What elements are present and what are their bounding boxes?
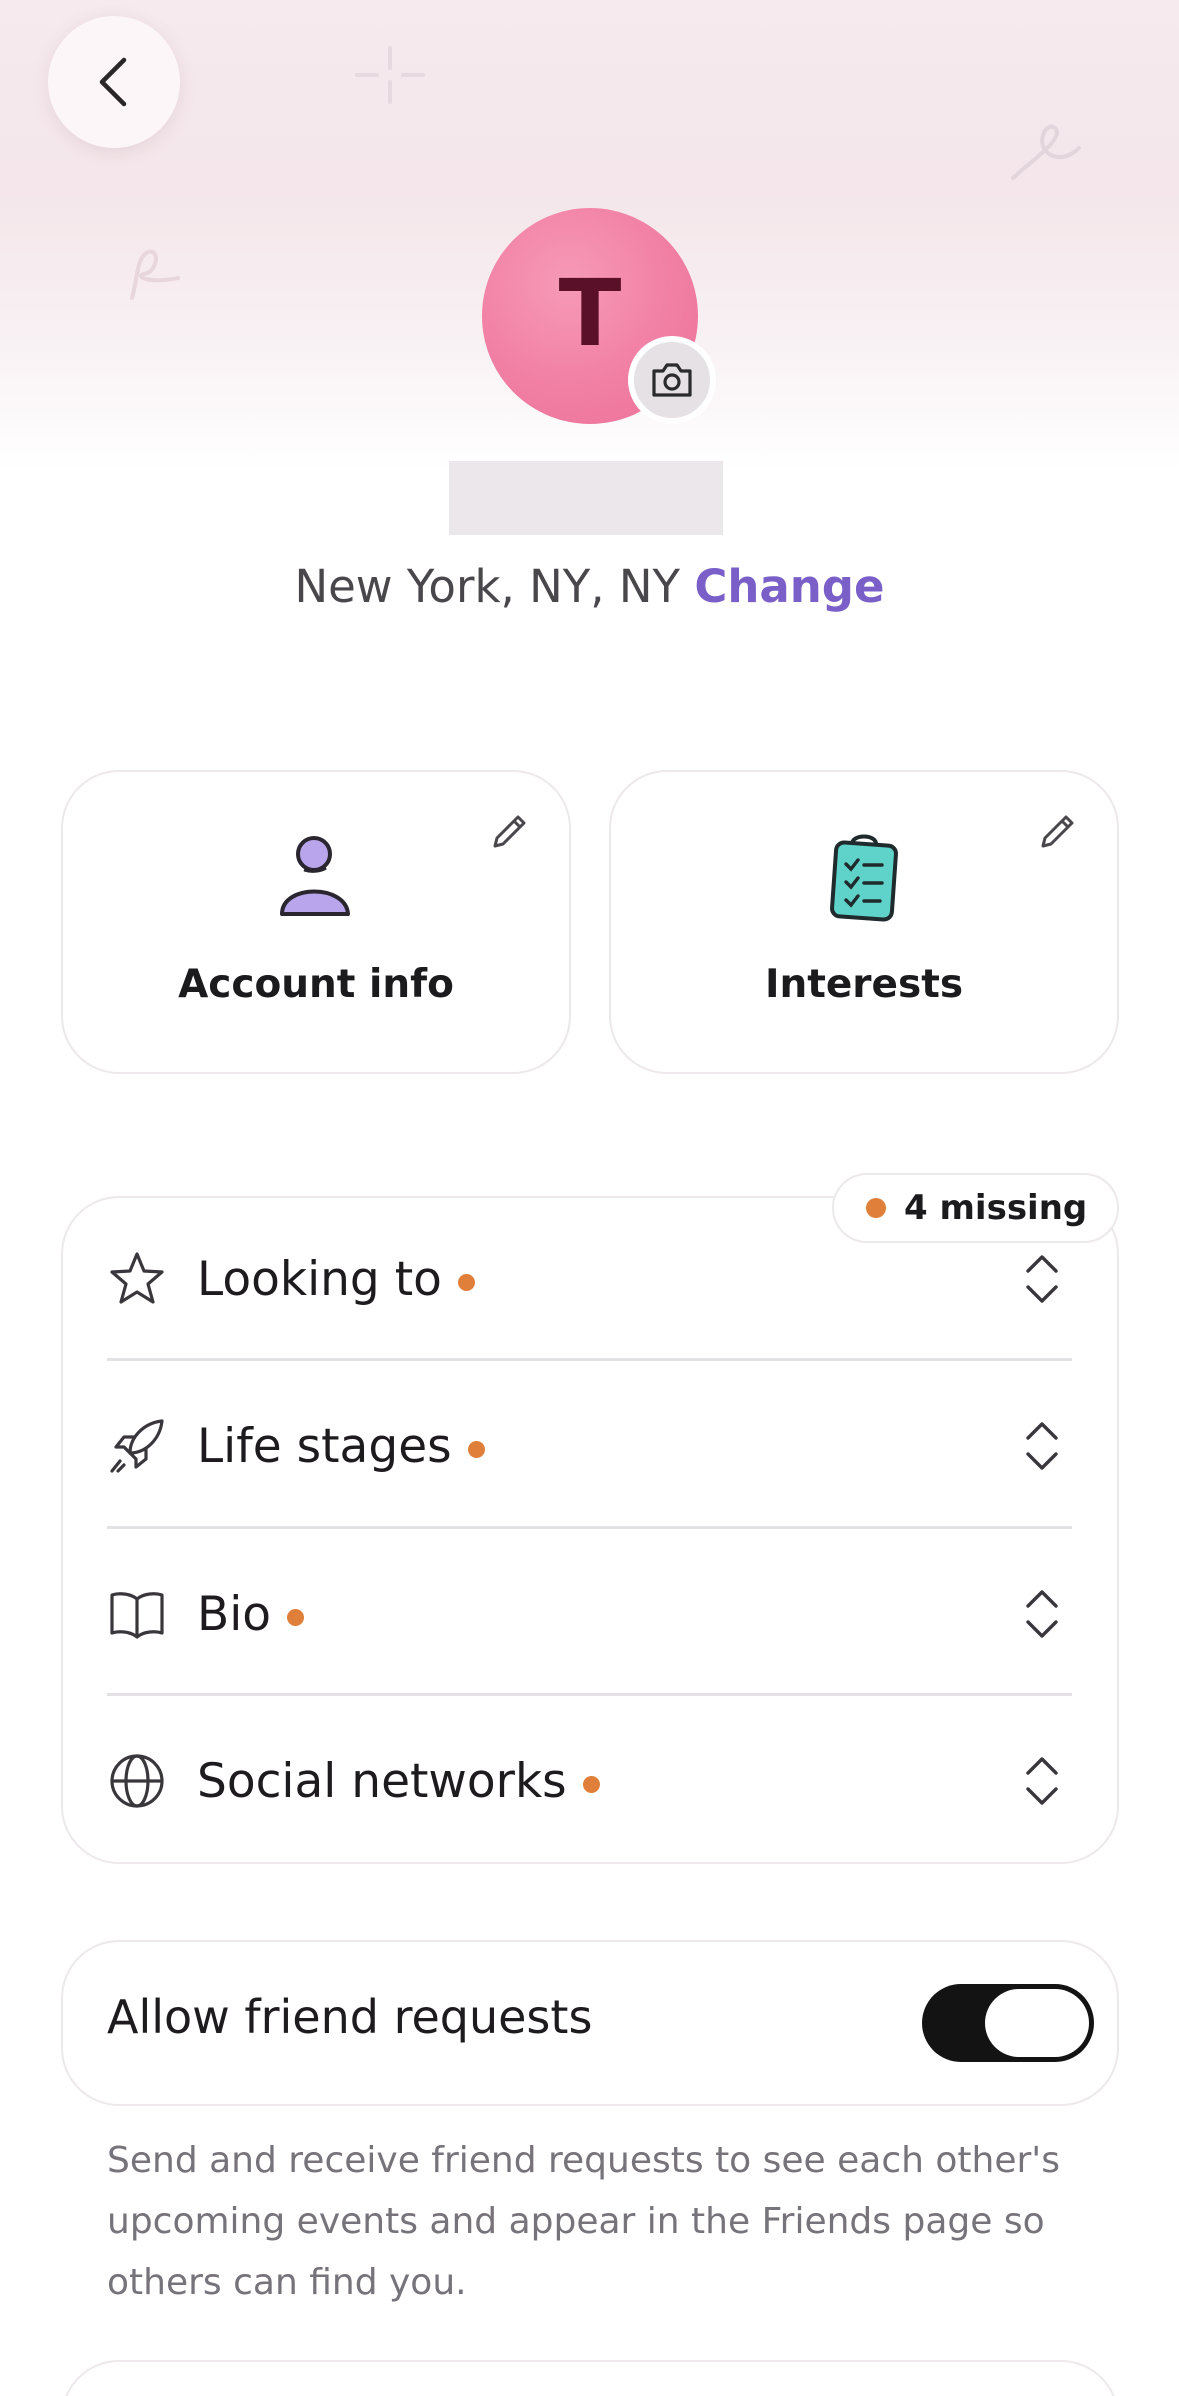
friend-requests-description: Send and receive friend requests to see … [107,2140,1060,2303]
globe-icon [107,1751,167,1811]
expand-chevrons-icon [1026,1255,1058,1303]
incomplete-dot [287,1608,305,1626]
location-text: New York, NY, NY [294,560,681,613]
loop-doodle-icon [1011,124,1081,180]
incomplete-dot [467,1440,485,1458]
sparkle-doodle-icon [355,46,425,104]
back-button[interactable] [48,16,180,148]
pencil-icon[interactable] [489,810,531,852]
change-photo-button[interactable] [628,336,716,424]
toggle-knob [985,1989,1089,2057]
expand-chevrons-icon [1026,1757,1058,1805]
section-label: Life stages [197,1418,452,1474]
friend-requests-toggle[interactable] [922,1984,1094,2062]
profile-page: T New York, NY, NY Change Account info I… [0,0,1179,2396]
star-icon [107,1249,167,1309]
expand-chevrons-icon [1026,1422,1058,1470]
divider [107,1693,1072,1696]
friend-requests-label: Allow friend requests [107,1990,593,2044]
divider [107,1358,1072,1361]
expand-chevrons-icon [1026,1590,1058,1638]
camera-icon [652,363,692,397]
section-row-social-networks[interactable]: Social networks [107,1698,1072,1864]
swirl-doodle-icon [130,249,180,300]
section-label: Bio [197,1586,272,1642]
avatar-initial: T [558,259,622,367]
user-name-redacted [449,461,723,535]
account-info-label: Account info [178,962,454,1007]
clipboard-checklist-icon [830,834,898,922]
section-label: Looking to [197,1251,442,1307]
section-row-looking-to[interactable]: Looking to [107,1196,1072,1362]
change-location-link[interactable]: Change [694,560,884,613]
rocket-icon [107,1416,167,1476]
interests-label: Interests [764,962,964,1007]
pencil-icon[interactable] [1037,810,1079,852]
incomplete-dot [582,1775,600,1793]
location-line: New York, NY, NY Change [0,560,1179,613]
next-section-card [61,2360,1119,2396]
divider [107,1526,1072,1529]
person-icon [280,836,350,916]
interests-card[interactable]: Interests [609,770,1119,1074]
section-label: Social networks [197,1753,567,1809]
account-info-card[interactable]: Account info [61,770,571,1074]
chevron-left-icon [99,57,127,107]
book-icon [107,1584,167,1644]
incomplete-dot [457,1273,475,1291]
section-row-life-stages[interactable]: Life stages [107,1363,1072,1529]
section-row-bio[interactable]: Bio [107,1531,1072,1697]
